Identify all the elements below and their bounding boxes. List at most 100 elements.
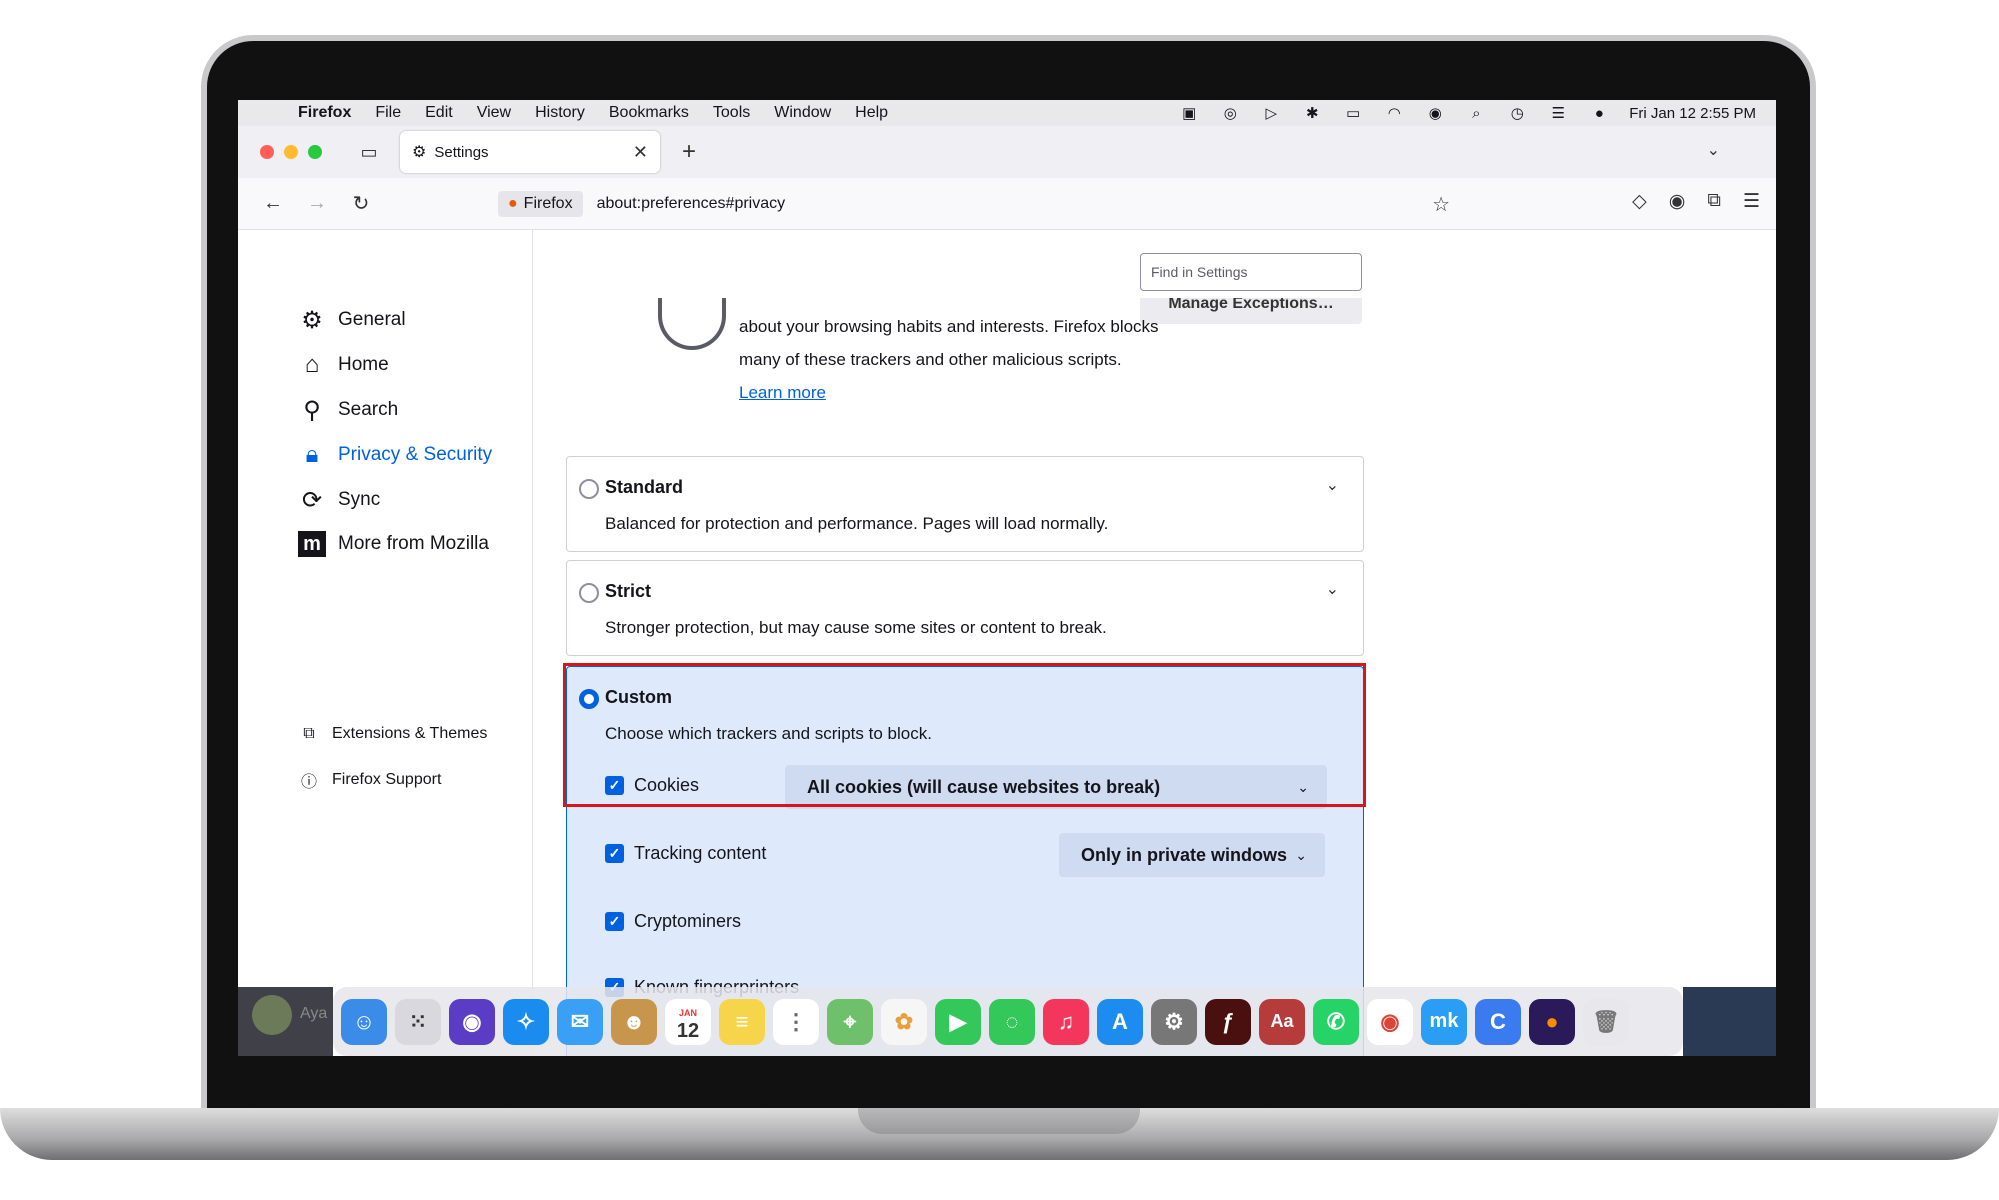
menu-help[interactable]: Help	[855, 104, 888, 122]
sidebar-item-label: Privacy & Security	[338, 444, 493, 465]
facetime-icon[interactable]: ▶	[935, 998, 981, 1045]
sidebar-item-general[interactable]: ⚙ General	[298, 306, 405, 334]
account-icon[interactable]: ◉	[1669, 190, 1686, 213]
bookmark-star-icon[interactable]: ☆	[1432, 192, 1450, 217]
sidebar-item-more-from-mozilla[interactable]: m More from Mozilla	[298, 531, 489, 557]
messages-icon[interactable]: ◌	[989, 998, 1035, 1045]
mail-icon[interactable]: ✉	[557, 998, 603, 1045]
custom-option-highlight	[563, 663, 1366, 807]
time-machine-icon[interactable]: ◷	[1506, 105, 1528, 122]
tracking-content-select[interactable]: Only in private windows ⌄	[1059, 833, 1325, 877]
url-bar[interactable]: ● Firefox about:preferences#privacy ☆	[498, 186, 1458, 222]
wifi-icon[interactable]: ◠	[1383, 105, 1405, 122]
nav-bar: ← → ↻ ● Firefox about:preferences#privac…	[238, 178, 1776, 230]
identity-label: Firefox	[523, 195, 573, 212]
battery-icon[interactable]: ▭	[1342, 105, 1364, 122]
c-app-icon[interactable]: C	[1475, 998, 1521, 1045]
safari-icon[interactable]: ✧	[503, 998, 549, 1045]
clock[interactable]: Fri Jan 12 2:55 PM	[1629, 105, 1756, 122]
sidebar-item-privacy-security[interactable]: 🔒︎ Privacy & Security	[298, 441, 493, 469]
system-settings-icon[interactable]: ⚙	[1151, 998, 1197, 1045]
identity-box[interactable]: ● Firefox	[498, 191, 583, 217]
mk-app-icon[interactable]: mk	[1421, 998, 1467, 1045]
trash-icon[interactable]: 🗑︎	[1583, 998, 1629, 1045]
calendar-icon[interactable]: JAN 12	[665, 998, 711, 1045]
home-icon: ⌂	[304, 351, 320, 378]
menu-view[interactable]: View	[477, 104, 511, 122]
firefox-dock-icon[interactable]: ●	[1529, 998, 1575, 1045]
bluetooth-icon[interactable]: ✱	[1301, 105, 1323, 122]
notes-icon[interactable]: ≡	[719, 998, 765, 1045]
macos-menubar: Firefox File Edit View History Bookmarks…	[238, 100, 1776, 126]
sidebar-firefox-support[interactable]: ⓘ Firefox Support	[298, 769, 441, 791]
menu-tools[interactable]: Tools	[713, 104, 750, 122]
forward-icon[interactable]: →	[302, 189, 332, 219]
menu-file[interactable]: File	[375, 104, 401, 122]
reminders-icon[interactable]: ⋮	[773, 998, 819, 1045]
cryptominers-checkbox[interactable]: ✓ Cryptominers	[605, 911, 741, 932]
photos-icon[interactable]: ✿	[881, 998, 927, 1045]
option-standard[interactable]: Standard Balanced for protection and per…	[566, 456, 1364, 552]
tracking-content-checkbox[interactable]: ✓ Tracking content	[605, 843, 766, 864]
checkbox-label: Tracking content	[634, 843, 767, 863]
dictionary-icon[interactable]: Aa	[1259, 998, 1305, 1045]
siri-icon[interactable]: ◉	[449, 998, 495, 1045]
extensions-icon[interactable]: ⧉	[1707, 190, 1721, 213]
contacts-icon[interactable]: ☻	[611, 998, 657, 1045]
option-strict[interactable]: Strict Stronger protection, but may caus…	[566, 560, 1364, 656]
minimize-window-button[interactable]	[284, 145, 298, 159]
music-icon[interactable]: ♫	[1043, 998, 1089, 1045]
checkbox-label: Cryptominers	[634, 911, 742, 931]
lock-icon: 🔒︎	[305, 441, 319, 468]
control-center-icon[interactable]: ☰	[1547, 105, 1569, 122]
menu-window[interactable]: Window	[774, 104, 831, 122]
sidebar-item-search[interactable]: ⚲ Search	[298, 396, 398, 424]
creative-cloud-icon[interactable]: ◎	[1219, 105, 1241, 122]
chevron-down-icon[interactable]: ⌄	[1326, 579, 1339, 599]
sidebar-item-home[interactable]: ⌂ Home	[298, 351, 389, 379]
tab-settings[interactable]: ⚙ Settings ✕	[400, 131, 660, 173]
sidebar-extensions-themes[interactable]: ⧉ Extensions & Themes	[298, 723, 487, 745]
option-title: Strict	[605, 581, 652, 601]
sidebar-item-sync[interactable]: ⟳ Sync	[298, 486, 380, 514]
laptop-base	[0, 1108, 1999, 1160]
whatsapp-icon[interactable]: ✆	[1313, 998, 1359, 1045]
back-icon[interactable]: ←	[258, 189, 288, 219]
learn-more-link[interactable]: Learn more	[739, 383, 826, 402]
launchpad-icon[interactable]: ⁙	[395, 998, 441, 1045]
siri-status-icon[interactable]: ●	[1588, 105, 1610, 122]
maps-icon[interactable]: ⌖	[827, 998, 873, 1045]
menu-bookmarks[interactable]: Bookmarks	[609, 104, 689, 122]
mk-status-icon[interactable]: ▣	[1178, 105, 1200, 122]
puzzle-icon: ⧉	[303, 725, 315, 742]
close-window-button[interactable]	[260, 145, 274, 159]
list-all-tabs-icon[interactable]: ⌄	[1707, 140, 1720, 160]
finder-icon[interactable]: ☺	[341, 998, 387, 1045]
flash-icon[interactable]: ƒ	[1205, 998, 1251, 1045]
standard-radio[interactable]	[579, 479, 599, 499]
menu-history[interactable]: History	[535, 104, 585, 122]
user-name: Aya	[300, 1005, 328, 1022]
toolbar-right: ◇ ◉ ⧉ ☰	[1632, 190, 1760, 213]
strict-radio[interactable]	[579, 583, 599, 603]
shield-icon	[658, 298, 726, 350]
app-menu-icon[interactable]: ☰	[1743, 190, 1760, 213]
reload-icon[interactable]: ↻	[346, 189, 376, 219]
url-text[interactable]: about:preferences#privacy	[597, 195, 786, 213]
pocket-icon[interactable]: ◇	[1632, 190, 1647, 213]
menu-edit[interactable]: Edit	[425, 104, 453, 122]
chevron-down-icon[interactable]: ⌄	[1326, 475, 1339, 495]
app-store-icon[interactable]: A	[1097, 998, 1143, 1045]
chrome-icon[interactable]: ◉	[1367, 998, 1413, 1045]
user-icon[interactable]: ◉	[1424, 105, 1446, 122]
firefox-view-icon[interactable]: ▭	[358, 141, 380, 163]
menu-app-firefox[interactable]: Firefox	[298, 104, 351, 122]
sync-icon: ⟳	[301, 486, 323, 514]
find-in-settings-input[interactable]: Find in Settings	[1140, 253, 1362, 291]
new-tab-button[interactable]: +	[682, 138, 696, 166]
spotlight-icon[interactable]: ⌕	[1465, 105, 1487, 122]
play-icon[interactable]: ▷	[1260, 105, 1282, 122]
zoom-window-button[interactable]	[308, 145, 322, 159]
close-tab-icon[interactable]: ✕	[633, 142, 648, 163]
sidebar-footer-label: Extensions & Themes	[332, 725, 488, 742]
